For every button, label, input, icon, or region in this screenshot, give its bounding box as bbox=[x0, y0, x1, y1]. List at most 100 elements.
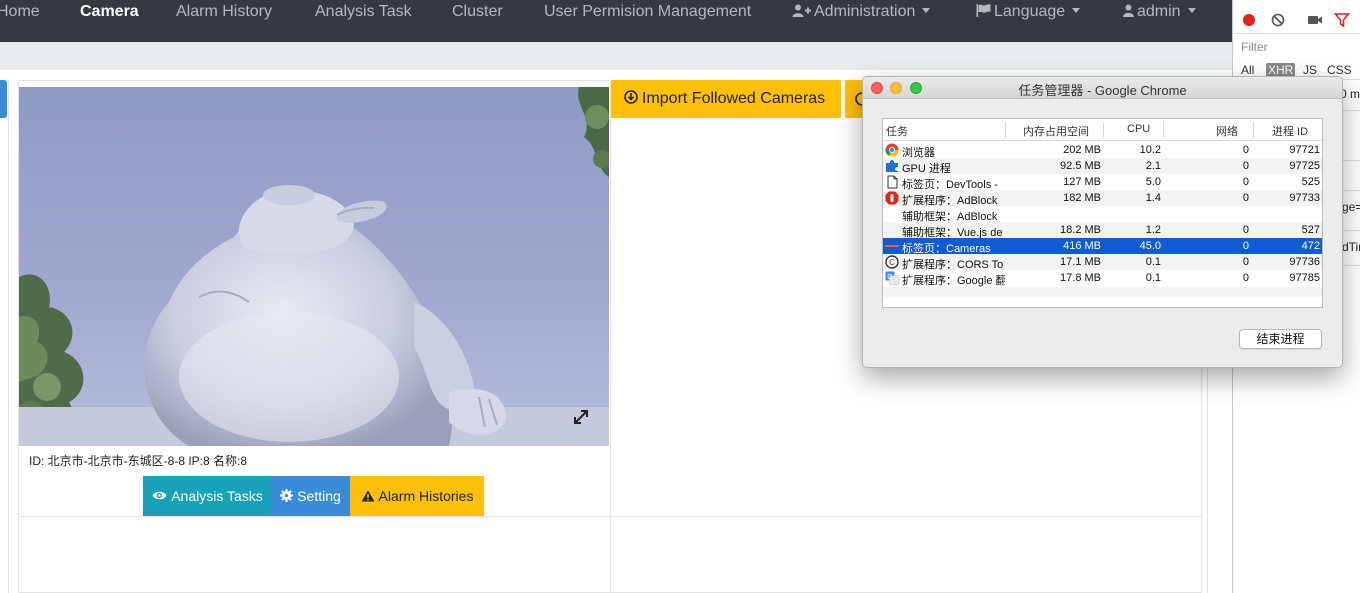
memory-value: 127 MB bbox=[1063, 176, 1101, 188]
memory-value: 17.8 MB bbox=[1060, 272, 1101, 284]
divider bbox=[1342, 230, 1360, 231]
table-row[interactable]: 浏览器 202 MB 10.2 0 97721 bbox=[883, 142, 1322, 159]
table-row[interactable]: C 扩展程序：CORS To 17.1 MB 0.1 0 97736 bbox=[883, 254, 1322, 271]
filter-js[interactable]: JS bbox=[1303, 63, 1317, 77]
flag-icon bbox=[976, 3, 991, 17]
column-header-pid[interactable]: 进程 ID bbox=[1272, 123, 1308, 139]
column-separator bbox=[1253, 122, 1254, 138]
table-row[interactable]: 辅助框架：Vue.js de 18.2 MB 1.2 0 527 bbox=[883, 222, 1322, 239]
camera-video-stream[interactable] bbox=[19, 87, 609, 446]
cpu-value: 1.2 bbox=[1145, 224, 1161, 236]
cpu-value: 5.0 bbox=[1145, 176, 1161, 188]
nav-alarm-history[interactable]: Alarm History bbox=[176, 0, 272, 25]
window-titlebar[interactable]: 任务管理器 - Google Chrome bbox=[863, 77, 1342, 99]
memory-value: 416 MB bbox=[1063, 240, 1101, 252]
memory-value: 182 MB bbox=[1063, 192, 1101, 204]
column-header-memory[interactable]: 内存占用空间 bbox=[1023, 123, 1089, 139]
alarm-histories-button[interactable]: Alarm Histories bbox=[350, 476, 484, 516]
eye-icon bbox=[152, 492, 167, 500]
cpu-value: 1.4 bbox=[1145, 192, 1161, 204]
filter-css[interactable]: CSS bbox=[1327, 63, 1352, 77]
analysis-tasks-button[interactable]: Analysis Tasks bbox=[143, 476, 272, 516]
video-frame bbox=[19, 87, 609, 446]
table-row[interactable]: GPU 进程 92.5 MB 2.1 0 97725 bbox=[883, 158, 1322, 175]
setting-label: Setting bbox=[297, 488, 341, 504]
column-header-cpu[interactable]: CPU bbox=[1127, 123, 1150, 135]
filter-icon[interactable] bbox=[1334, 12, 1350, 28]
nav-language-dropdown[interactable]: Language bbox=[976, 0, 1081, 25]
cpu-value: 0.1 bbox=[1145, 272, 1161, 284]
adblock-icon bbox=[885, 191, 899, 205]
fullscreen-expand-icon[interactable] bbox=[571, 407, 591, 427]
table-row[interactable]: 扩展程序：AdBlock 182 MB 1.4 0 97733 bbox=[883, 190, 1322, 207]
caret-down-icon bbox=[1072, 7, 1081, 13]
import-followed-cameras-button[interactable]: Import Followed Cameras bbox=[611, 80, 841, 118]
table-row[interactable]: 辅助框架：AdBlock bbox=[883, 206, 1322, 223]
nav-home[interactable]: Home bbox=[0, 0, 40, 25]
column-separator bbox=[1163, 122, 1164, 138]
column-header-network[interactable]: 网络 bbox=[1216, 123, 1238, 139]
svg-text:G: G bbox=[887, 274, 892, 281]
nav-user-permission[interactable]: User Permision Management bbox=[544, 0, 751, 25]
devtools-text-fragment: 0 m bbox=[1340, 87, 1360, 101]
network-value: 0 bbox=[1242, 176, 1249, 188]
end-process-button[interactable]: 结束进程 bbox=[1239, 329, 1322, 349]
column-header-task[interactable]: 任务 bbox=[886, 123, 908, 139]
devtools-text-fragment: ge= bbox=[1342, 200, 1360, 214]
table-row[interactable]: 标签页：Cameras 416 MB 45.0 0 472 bbox=[883, 238, 1322, 255]
process-id-value: 97785 bbox=[1289, 272, 1320, 284]
nav-user-dropdown[interactable]: admin bbox=[1123, 0, 1196, 25]
chrome-icon bbox=[885, 143, 899, 157]
gear-icon bbox=[280, 489, 294, 503]
setting-button[interactable]: Setting bbox=[271, 476, 350, 516]
devtools-filter-label[interactable]: Filter bbox=[1241, 40, 1268, 54]
process-id-value: 97725 bbox=[1289, 160, 1320, 172]
cors-icon: C bbox=[885, 255, 899, 269]
nav-analysis-task[interactable]: Analysis Task bbox=[315, 0, 412, 25]
record-icon[interactable] bbox=[1241, 12, 1257, 28]
devtools-text-fragment: dTim bbox=[1342, 240, 1360, 254]
nav-language-label: Language bbox=[994, 3, 1066, 20]
cpu-value: 10.2 bbox=[1139, 144, 1161, 156]
top-navbar: Home Camera Alarm History Analysis Task … bbox=[0, 0, 1232, 42]
nav-analysis-task-label: Analysis Task bbox=[315, 3, 412, 20]
google-translate-icon: G bbox=[885, 271, 899, 285]
camera-tab-icon bbox=[885, 239, 899, 253]
caret-down-icon bbox=[1187, 7, 1196, 13]
nav-camera[interactable]: Camera bbox=[80, 0, 139, 25]
filter-xhr[interactable]: XHR bbox=[1266, 63, 1296, 77]
table-row[interactable]: G 扩展程序：Google 翻 17.8 MB 0.1 0 97785 bbox=[883, 270, 1322, 287]
download-circle-icon bbox=[624, 90, 638, 105]
grid-divider-horizontal bbox=[18, 516, 1202, 517]
cpu-value: 2.1 bbox=[1145, 160, 1161, 172]
filter-all[interactable]: All bbox=[1241, 63, 1254, 77]
nav-cluster[interactable]: Cluster bbox=[452, 0, 503, 25]
nav-user-permission-label: User Permision Management bbox=[544, 3, 752, 20]
network-value: 0 bbox=[1242, 192, 1249, 204]
nav-camera-label: Camera bbox=[80, 3, 139, 20]
divider bbox=[1342, 190, 1360, 191]
memory-value: 202 MB bbox=[1063, 144, 1101, 156]
clear-icon[interactable] bbox=[1270, 12, 1286, 28]
cpu-value: 45.0 bbox=[1139, 240, 1161, 252]
network-value: 0 bbox=[1242, 144, 1249, 156]
process-table: 任务 内存占用空间 CPU 网络 进程 ID 浏览器 202 MB 10.2 0 977… bbox=[882, 118, 1323, 308]
divider bbox=[1342, 110, 1360, 111]
partial-side-button[interactable] bbox=[0, 80, 7, 118]
task-manager-window: 任务管理器 - Google Chrome 任务 内存占用空间 CPU 网络 进… bbox=[862, 76, 1343, 368]
page-icon bbox=[885, 175, 899, 189]
cpu-value: 0.1 bbox=[1145, 256, 1161, 268]
process-id-value: 97721 bbox=[1289, 144, 1320, 156]
memory-value: 18.2 MB bbox=[1060, 224, 1101, 236]
import-followed-cameras-label: Import Followed Cameras bbox=[642, 90, 826, 107]
table-row[interactable]: 标签页：DevTools -127 MB 5.0 0 525 bbox=[883, 174, 1322, 191]
svg-text:C: C bbox=[889, 258, 895, 267]
warning-icon bbox=[361, 490, 375, 502]
nav-administration-dropdown[interactable]: Administration bbox=[792, 0, 931, 25]
divider bbox=[1342, 160, 1360, 161]
puzzle-icon bbox=[885, 159, 899, 173]
process-id-value: 472 bbox=[1301, 240, 1320, 252]
process-id-value: 97733 bbox=[1289, 192, 1320, 204]
task-name: 扩展程序：Google 翻 bbox=[902, 275, 1005, 287]
video-camera-icon[interactable] bbox=[1307, 12, 1323, 28]
